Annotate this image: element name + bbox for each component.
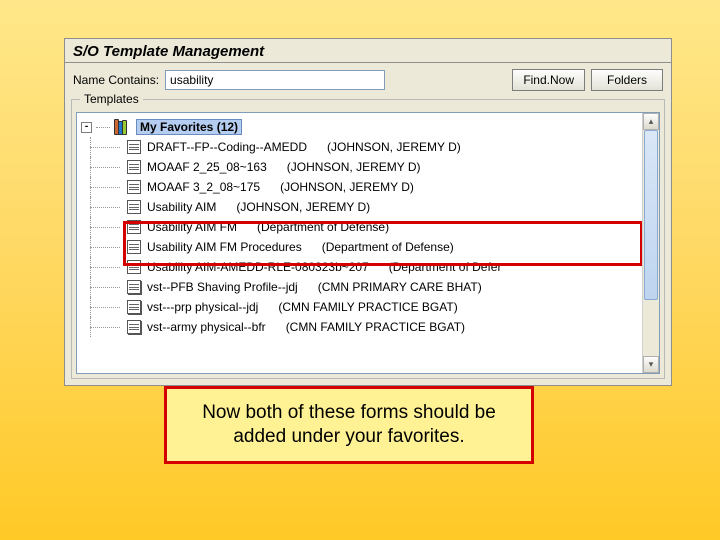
list-item[interactable]: DRAFT--FP--Coding--AMEDD (JOHNSON, JEREMY… bbox=[81, 137, 642, 157]
item-name: DRAFT--FP--Coding--AMEDD bbox=[147, 140, 307, 154]
item-owner: (JOHNSON, JEREMY D) bbox=[327, 140, 461, 154]
item-name: MOAAF 3_2_08~175 bbox=[147, 180, 260, 194]
search-row: Name Contains: Find.Now Folders bbox=[65, 63, 671, 97]
favorites-root-label: My Favorites (12) bbox=[136, 119, 242, 135]
scroll-up-icon[interactable] bbox=[643, 113, 659, 130]
item-name: Usability AIM bbox=[147, 200, 216, 214]
item-owner: (Department of Defense) bbox=[257, 220, 389, 234]
item-owner: (JOHNSON, JEREMY D) bbox=[280, 180, 414, 194]
name-contains-input[interactable] bbox=[165, 70, 385, 90]
scroll-down-icon[interactable] bbox=[643, 356, 659, 373]
instruction-text: Now both of these forms should be added … bbox=[185, 401, 513, 449]
list-item[interactable]: Usability AIM (JOHNSON, JEREMY D) bbox=[81, 197, 642, 217]
tree-content: - My Favorites (12) DRAFT--FP--Coding--A… bbox=[77, 113, 642, 373]
find-now-button[interactable]: Find.Now bbox=[512, 69, 585, 91]
favorites-icon bbox=[114, 118, 132, 136]
item-owner: (JOHNSON, JEREMY D) bbox=[236, 200, 370, 214]
document-icon bbox=[127, 160, 141, 174]
list-item[interactable]: vst--PFB Shaving Profile--jdj (CMN PRIMAR… bbox=[81, 277, 642, 297]
list-item[interactable]: Usability AIM FM (Department of Defense) bbox=[81, 217, 642, 237]
scroll-thumb[interactable] bbox=[644, 130, 658, 300]
item-name: Usability AIM FM bbox=[147, 220, 237, 234]
favorites-root[interactable]: - My Favorites (12) bbox=[81, 117, 642, 137]
templates-fieldset: Templates - My Favorites (12) DRAFT--FP-… bbox=[71, 99, 665, 379]
instruction-callout: Now both of these forms should be added … bbox=[164, 386, 534, 464]
item-name: Usability AIM FM Procedures bbox=[147, 240, 302, 254]
document-icon bbox=[127, 140, 141, 154]
list-item[interactable]: vst---prp physical--jdj (CMN FAMILY PRACT… bbox=[81, 297, 642, 317]
title-bar: S/O Template Management bbox=[65, 39, 671, 63]
document-stack-icon bbox=[127, 280, 141, 294]
window: S/O Template Management Name Contains: F… bbox=[64, 38, 672, 386]
item-owner: (CMN FAMILY PRACTICE BGAT) bbox=[278, 300, 457, 314]
list-item[interactable]: vst--army physical--bfr (CMN FAMILY PRACT… bbox=[81, 317, 642, 337]
item-name: Usability AIM-AMEDD-RLE-080323b~207 bbox=[147, 260, 369, 274]
item-owner: (JOHNSON, JEREMY D) bbox=[287, 160, 421, 174]
list-item[interactable]: MOAAF 3_2_08~175 (JOHNSON, JEREMY D) bbox=[81, 177, 642, 197]
document-icon bbox=[127, 200, 141, 214]
document-stack-icon bbox=[127, 300, 141, 314]
document-icon bbox=[127, 240, 141, 254]
template-tree: - My Favorites (12) DRAFT--FP--Coding--A… bbox=[76, 112, 660, 374]
item-name: vst--army physical--bfr bbox=[147, 320, 266, 334]
collapse-icon[interactable]: - bbox=[81, 122, 92, 133]
item-name: vst---prp physical--jdj bbox=[147, 300, 258, 314]
templates-fieldset-label: Templates bbox=[80, 92, 143, 106]
item-owner: (Department of Defer bbox=[389, 260, 502, 274]
item-name: vst--PFB Shaving Profile--jdj bbox=[147, 280, 298, 294]
list-item[interactable]: Usability AIM-AMEDD-RLE-080323b~207 (Depa… bbox=[81, 257, 642, 277]
name-contains-label: Name Contains: bbox=[73, 73, 159, 87]
document-icon bbox=[127, 260, 141, 274]
vertical-scrollbar[interactable] bbox=[642, 113, 659, 373]
document-icon bbox=[127, 220, 141, 234]
item-owner: (Department of Defense) bbox=[322, 240, 454, 254]
item-name: MOAAF 2_25_08~163 bbox=[147, 160, 267, 174]
item-owner: (CMN FAMILY PRACTICE BGAT) bbox=[286, 320, 465, 334]
document-icon bbox=[127, 180, 141, 194]
item-owner: (CMN PRIMARY CARE BHAT) bbox=[318, 280, 482, 294]
list-item[interactable]: MOAAF 2_25_08~163 (JOHNSON, JEREMY D) bbox=[81, 157, 642, 177]
list-item[interactable]: Usability AIM FM Procedures (Department o… bbox=[81, 237, 642, 257]
document-stack-icon bbox=[127, 320, 141, 334]
folders-button[interactable]: Folders bbox=[591, 69, 663, 91]
